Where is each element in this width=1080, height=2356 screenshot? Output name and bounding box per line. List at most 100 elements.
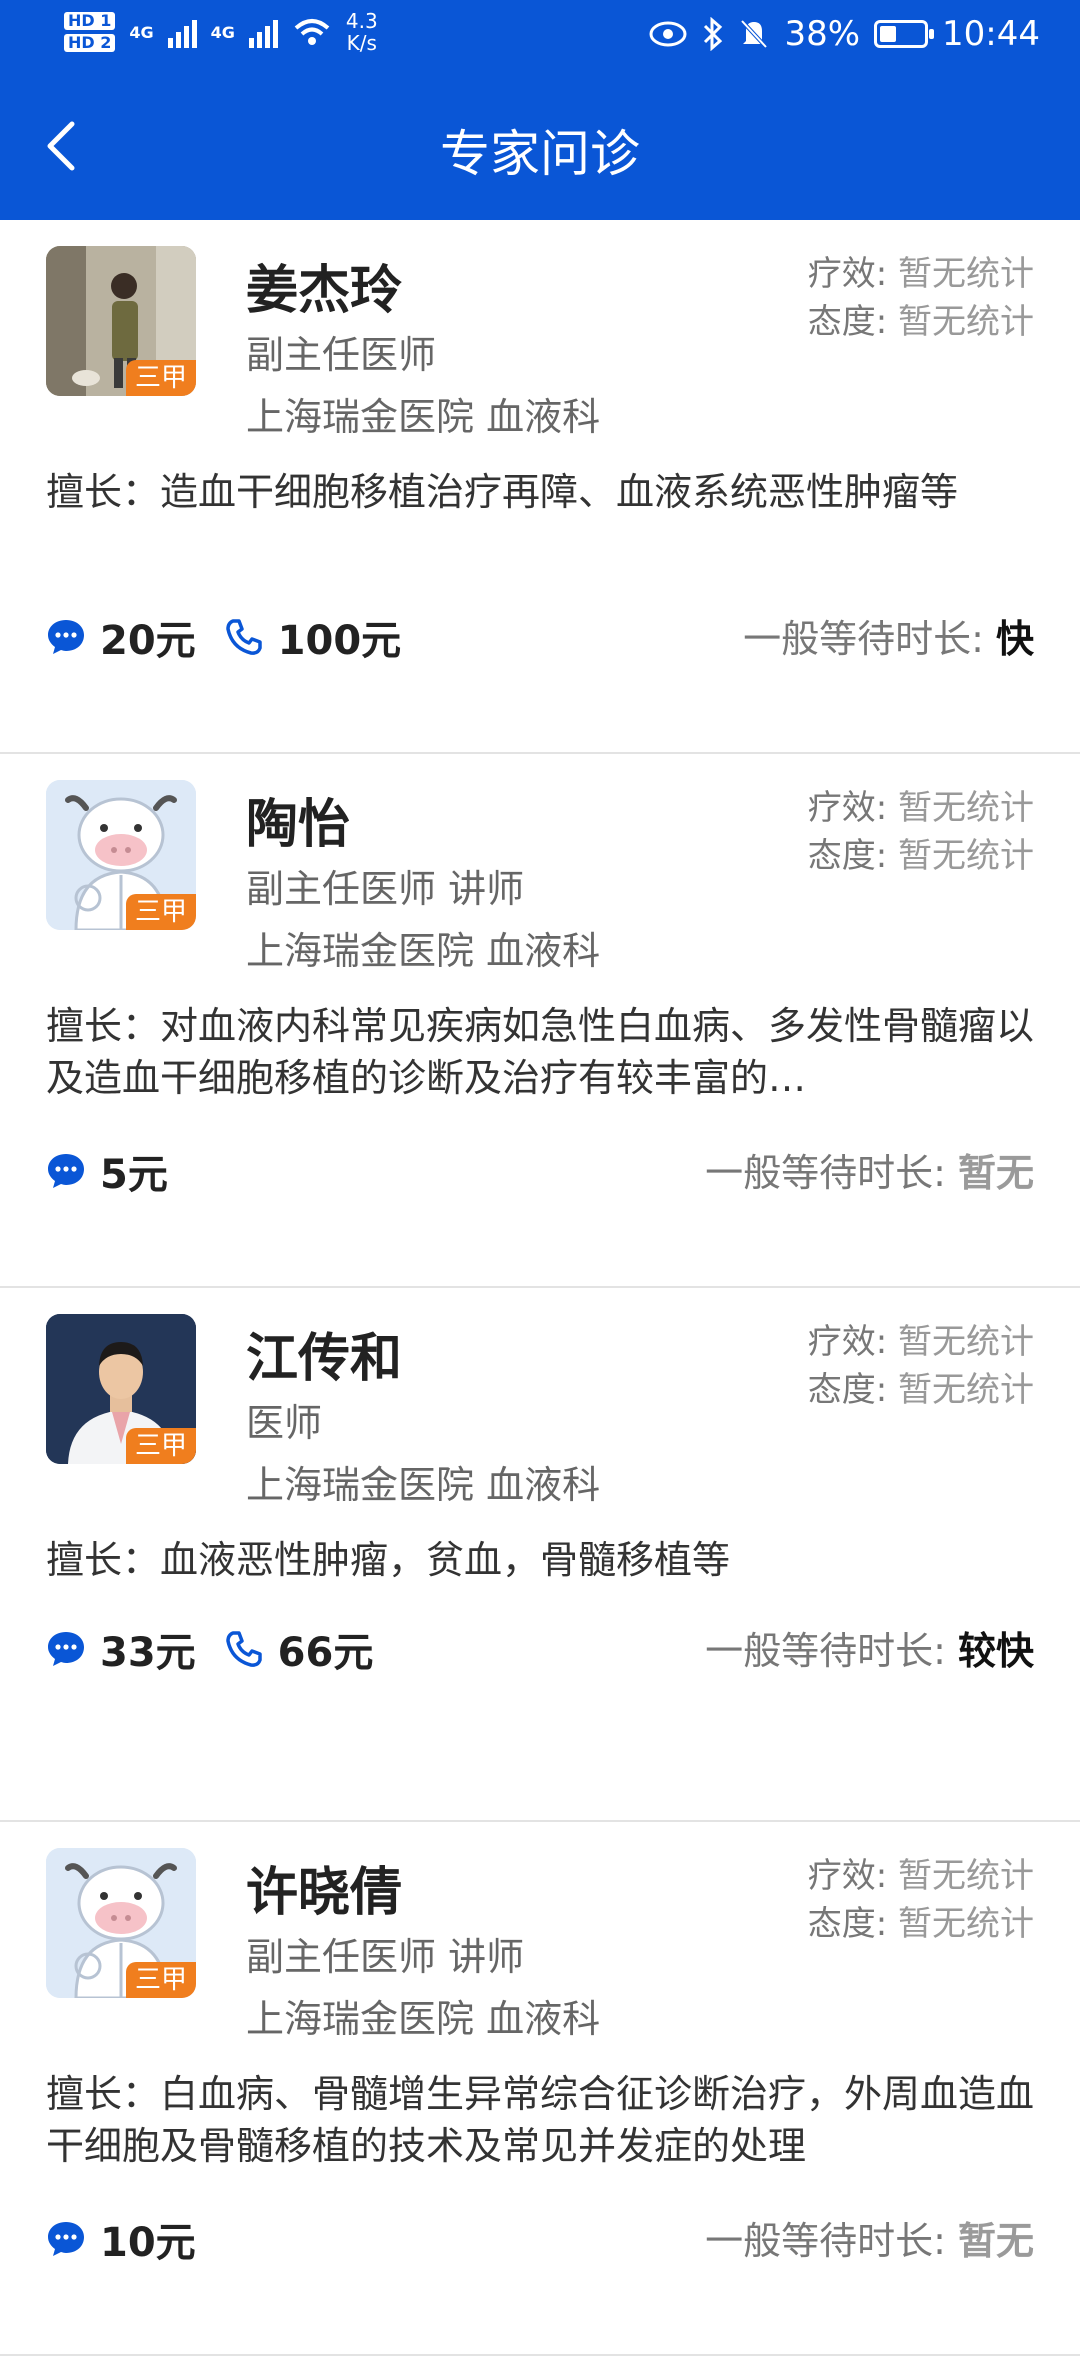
page-title: 专家问诊 — [440, 125, 640, 183]
doctor-title: 医师 — [246, 1401, 323, 1445]
doctor-specialty: 擅长：血液恶性肿瘤，贫血，骨髓移植等 — [46, 1538, 731, 1582]
efficacy-label: 疗效: — [807, 1856, 888, 1896]
price-row: 10元 — [46, 2210, 224, 2268]
avatar: 三甲 — [46, 780, 196, 930]
efficacy-value: 暂无统计 — [898, 1856, 1034, 1896]
message-consult[interactable]: 10元 — [46, 2210, 196, 2268]
phone-price: 100元 — [277, 618, 402, 664]
battery-icon — [874, 20, 935, 48]
message-price: 10元 — [100, 2220, 196, 2266]
doctor-name: 姜杰玲 — [246, 261, 403, 321]
doctor-title: 副主任医师 — [246, 333, 437, 377]
bluetooth-icon — [704, 17, 723, 51]
speed-unit: K/s — [346, 31, 377, 55]
attitude-value: 暂无统计 — [898, 302, 1034, 342]
battery-percent: 38% — [784, 14, 861, 54]
bell-muted-icon — [740, 19, 768, 49]
doctor-card[interactable]: 三甲 许晓倩 副主任医师 讲师 上海瑞金医院 血液科 疗效: 暂无统计 态度: … — [0, 1822, 1080, 2356]
attitude-stat: 态度: 暂无统计 — [808, 1896, 1034, 1945]
doctor-specialty: 擅长：对血液内科常见疾病如急性白血病、多发性骨髓瘤以及造血干细胞移植的诊断及治疗… — [46, 1004, 1035, 1100]
doctor-hospital: 上海瑞金医院 血液科 — [246, 929, 601, 973]
doctor-card[interactable]: 三甲 姜杰玲 副主任医师 上海瑞金医院 血液科 疗效: 暂无统计 态度: 暂无统… — [0, 220, 1080, 754]
wait-time: 一般等待时长: 暂无 — [705, 2210, 1034, 2265]
network-speed: 4.3 K/s — [346, 10, 378, 54]
wait-label: 一般等待时长: — [705, 1629, 946, 1673]
efficacy-value: 暂无统计 — [898, 1322, 1034, 1362]
hd2-label: HD 2 — [64, 34, 116, 52]
grade-badge: 三甲 — [126, 1962, 196, 1998]
doctor-list: 三甲 姜杰玲 副主任医师 上海瑞金医院 血液科 疗效: 暂无统计 态度: 暂无统… — [0, 220, 1080, 2356]
avatar: 三甲 — [46, 246, 196, 396]
avatar: 三甲 — [46, 1314, 196, 1464]
attitude-label: 态度: — [807, 302, 888, 342]
avatar: 三甲 — [46, 1848, 196, 1998]
attitude-label: 态度: — [807, 1904, 888, 1944]
message-price: 33元 — [100, 1630, 196, 1676]
message-consult[interactable]: 5元 — [46, 1142, 168, 1200]
message-price: 20元 — [100, 618, 196, 664]
chat-bubble-icon — [48, 620, 84, 654]
phone-icon — [225, 1631, 262, 1667]
doctor-hospital: 上海瑞金医院 血液科 — [246, 395, 601, 439]
efficacy-stat: 疗效: 暂无统计 — [808, 1314, 1034, 1363]
efficacy-stat: 疗效: 暂无统计 — [808, 246, 1034, 295]
efficacy-stat: 疗效: 暂无统计 — [808, 1848, 1034, 1897]
price-row: 33元 66元 — [46, 1620, 401, 1678]
phone-icon — [225, 619, 262, 655]
doctor-specialty: 擅长：造血干细胞移植治疗再障、血液系统恶性肿瘤等 — [46, 470, 959, 514]
efficacy-stat: 疗效: 暂无统计 — [808, 780, 1034, 829]
attitude-value: 暂无统计 — [898, 1370, 1034, 1410]
wait-label: 一般等待时长: — [743, 617, 984, 661]
wifi-icon — [294, 19, 330, 45]
grade-badge: 三甲 — [126, 1428, 196, 1464]
price-row: 20元 100元 — [46, 608, 429, 666]
doctor-card[interactable]: 三甲 江传和 医师 上海瑞金医院 血液科 疗效: 暂无统计 态度: 暂无统计 擅… — [0, 1288, 1080, 1822]
network1-label: 4G — [129, 22, 154, 42]
wait-value: 暂无 — [957, 1151, 1034, 1195]
efficacy-value: 暂无统计 — [898, 254, 1034, 294]
attitude-stat: 态度: 暂无统计 — [808, 1362, 1034, 1411]
chat-bubble-icon — [48, 2222, 84, 2256]
wait-time: 一般等待时长: 较快 — [705, 1620, 1034, 1675]
doctor-hospital: 上海瑞金医院 血液科 — [246, 1997, 601, 2041]
wait-label: 一般等待时长: — [705, 2219, 946, 2263]
efficacy-label: 疗效: — [807, 788, 888, 828]
grade-badge: 三甲 — [126, 360, 196, 396]
message-price: 5元 — [100, 1152, 168, 1198]
phone-price: 66元 — [277, 1630, 374, 1676]
price-row: 5元 — [46, 1142, 196, 1200]
status-bar: HD 1 HD 2 4G 4G 4.3 K/s 38% 10:44 — [0, 0, 1080, 72]
attitude-label: 态度: — [807, 836, 888, 876]
wait-label: 一般等待时长: — [705, 1151, 946, 1195]
battery-fill — [880, 26, 897, 42]
phone-consult[interactable]: 66元 — [224, 1620, 374, 1678]
doctor-title: 副主任医师 讲师 — [246, 867, 525, 911]
signal-icon — [248, 16, 278, 48]
hd1-label: HD 1 — [64, 12, 116, 30]
phone-consult[interactable]: 100元 — [224, 608, 402, 666]
doctor-name: 陶怡 — [246, 795, 351, 855]
hd-indicator: HD 1 HD 2 — [64, 10, 116, 54]
chat-bubble-icon — [48, 1632, 84, 1666]
doctor-name: 许晓倩 — [246, 1863, 403, 1923]
clock: 10:44 — [942, 14, 1040, 54]
doctor-name: 江传和 — [246, 1329, 403, 1389]
attitude-stat: 态度: 暂无统计 — [808, 294, 1034, 343]
wait-time: 一般等待时长: 快 — [743, 608, 1034, 663]
doctor-hospital: 上海瑞金医院 血液科 — [246, 1463, 601, 1507]
signal-icon — [167, 16, 197, 48]
chat-bubble-icon — [48, 1154, 84, 1188]
doctor-card[interactable]: 三甲 陶怡 副主任医师 讲师 上海瑞金医院 血液科 疗效: 暂无统计 态度: 暂… — [0, 754, 1080, 1288]
attitude-stat: 态度: 暂无统计 — [808, 828, 1034, 877]
attitude-label: 态度: — [807, 1370, 888, 1410]
message-consult[interactable]: 20元 — [46, 608, 196, 666]
doctor-title: 副主任医师 讲师 — [246, 1935, 525, 1979]
wait-time: 一般等待时长: 暂无 — [705, 1142, 1034, 1197]
wait-value: 较快 — [957, 1629, 1034, 1673]
speed-value: 4.3 — [345, 9, 378, 33]
efficacy-value: 暂无统计 — [898, 788, 1034, 828]
efficacy-label: 疗效: — [807, 1322, 888, 1362]
eye-icon — [649, 21, 687, 47]
top-bar: HD 1 HD 2 4G 4G 4.3 K/s 38% 10:44 专家问诊 — [0, 0, 1080, 220]
message-consult[interactable]: 33元 — [46, 1620, 196, 1678]
